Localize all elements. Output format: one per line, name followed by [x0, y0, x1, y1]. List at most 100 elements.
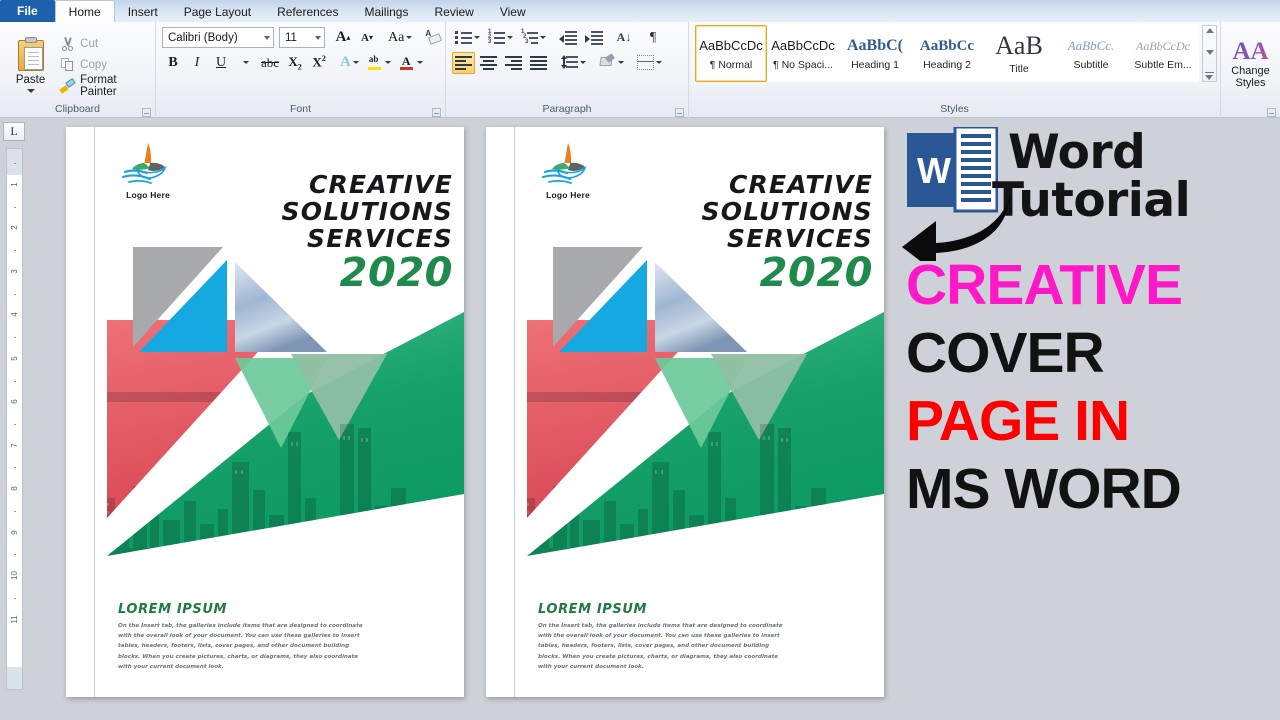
bullets-button[interactable] — [452, 27, 483, 49]
ruler-tick — [14, 380, 16, 382]
paste-button[interactable]: Paste — [6, 35, 55, 93]
align-center-button[interactable] — [477, 52, 500, 74]
justify-icon — [530, 55, 547, 70]
paragraph-dialog-launcher[interactable] — [675, 108, 684, 117]
ruler-number: 3 — [10, 269, 19, 274]
lorem-body: On the Insert tab, the galleries include… — [118, 622, 363, 670]
styles-dialog-launcher[interactable] — [1267, 108, 1276, 117]
tab-page-layout[interactable]: Page Layout — [171, 1, 264, 22]
ruler-number: 2 — [10, 225, 19, 231]
tab-home[interactable]: Home — [54, 0, 115, 22]
clear-formatting-button[interactable]: A — [422, 27, 447, 49]
tab-home-label: Home — [68, 4, 101, 19]
grow-font-button[interactable]: A ▴ — [332, 27, 354, 49]
styles-gallery-scrollbar[interactable] — [1202, 25, 1217, 82]
style-heading-1[interactable]: AaBbC( Heading 1 — [839, 25, 911, 82]
styles-group-title: Styles — [940, 103, 969, 115]
document-page-2[interactable]: Logo Here CREATIVE SOLUTIONS SERVICES 20… — [486, 127, 884, 697]
line-spacing-button[interactable] — [557, 52, 589, 74]
text-effects-button[interactable]: A — [337, 52, 362, 74]
tab-mailings[interactable]: Mailings — [351, 1, 421, 22]
shading-button[interactable] — [596, 52, 627, 74]
overlay-heading-word: Word — [1008, 125, 1146, 180]
underline-dropdown[interactable] — [234, 52, 256, 74]
sort-button[interactable]: A↓ — [613, 27, 635, 49]
scroll-up-icon[interactable] — [1205, 28, 1214, 33]
tab-view[interactable]: View — [487, 1, 539, 22]
strikethrough-button[interactable]: abc — [258, 52, 282, 74]
align-right-button[interactable] — [502, 52, 525, 74]
styles-gallery: AaBbCcDc ¶ Normal AaBbCcDc ¶ No Spaci...… — [695, 25, 1217, 82]
tab-stop-glyph: L — [10, 124, 18, 138]
overlay-line-cover: COVER — [906, 321, 1105, 385]
justify-button[interactable] — [527, 52, 550, 74]
overlay-heading-tutorial: Tutorial — [992, 173, 1191, 228]
more-styles-icon[interactable] — [1205, 72, 1214, 80]
shading-icon — [599, 52, 616, 71]
style-normal[interactable]: AaBbCcDc ¶ Normal — [695, 25, 767, 82]
shrink-font-button[interactable]: A ▾ — [356, 27, 378, 49]
align-left-button[interactable] — [452, 51, 475, 74]
style-heading-2[interactable]: AaBbCc Heading 2 — [911, 25, 983, 82]
style-subtitle[interactable]: AaBbCc. Subtitle — [1055, 25, 1127, 82]
format-painter-button[interactable]: Format Painter — [57, 73, 150, 98]
vertical-ruler[interactable]: 1 2 3 4 5 6 7 8 9 10 11 — [6, 148, 23, 690]
tab-references[interactable]: References — [264, 1, 351, 22]
font-color-button[interactable]: A — [396, 52, 426, 74]
chevron-down-icon — [315, 35, 321, 40]
tab-insert-label: Insert — [127, 4, 158, 19]
font-size-combo[interactable]: 11 — [279, 27, 325, 48]
tab-references-label: References — [277, 4, 339, 19]
sailboat-logo-icon — [541, 143, 587, 184]
scroll-down-icon[interactable] — [1205, 50, 1214, 55]
sailboat-logo-icon — [121, 143, 167, 184]
tab-insert[interactable]: Insert — [115, 1, 171, 22]
italic-button[interactable]: I — [186, 52, 208, 74]
numbering-button[interactable]: 1 2 3 — [485, 27, 516, 49]
chevron-down-icon[interactable] — [26, 88, 35, 93]
style-subtle-emphasis[interactable]: AaBbCcDc Subtle Em... — [1127, 25, 1199, 82]
ribbon-group-change-styles: AA Change Styles — [1220, 22, 1280, 118]
ribbon-group-font: Calibri (Body) 11 A ▴ A ▾ Aa A B I U abc… — [155, 22, 445, 118]
lorem-heading: LOREM IPSUM — [538, 601, 648, 617]
increase-indent-button[interactable] — [582, 27, 606, 49]
ruler-tick — [14, 163, 16, 165]
borders-button[interactable] — [634, 52, 665, 74]
show-formatting-marks-button[interactable]: ¶ — [642, 27, 664, 49]
document-page-1[interactable]: Logo Here CREATIVE SOLUTIONS SERVICES 20… — [66, 127, 464, 697]
scissors-icon — [60, 36, 75, 51]
ruler-number: 5 — [10, 356, 19, 361]
tab-stop-selector[interactable]: L — [3, 122, 25, 141]
ribbon: Paste Cut Copy Format Painter Clipboard … — [0, 22, 1280, 118]
text-highlight-button[interactable]: ab — [364, 52, 394, 74]
style-title[interactable]: AaB Title — [983, 25, 1055, 82]
tab-file[interactable]: File — [0, 0, 55, 22]
ruler-number: 9 — [10, 529, 19, 535]
change-styles-icon: AA — [1232, 38, 1269, 65]
clipboard-dialog-launcher[interactable] — [142, 108, 151, 117]
ruler-tick — [14, 597, 16, 599]
tab-page-layout-label: Page Layout — [183, 4, 252, 19]
decrease-indent-button[interactable] — [556, 27, 580, 49]
format-painter-label: Format Painter — [80, 73, 117, 98]
svg-text:W: W — [917, 150, 951, 191]
change-styles-button[interactable]: AA Change Styles — [1221, 22, 1280, 103]
cut-button[interactable]: Cut — [57, 35, 150, 53]
bold-button[interactable]: B — [162, 52, 184, 74]
underline-button[interactable]: U — [210, 52, 232, 74]
superscript-button[interactable]: X2 — [308, 52, 330, 74]
style-no-spacing[interactable]: AaBbCcDc ¶ No Spaci... — [767, 25, 839, 82]
multilevel-list-button[interactable]: 1 2 3 — [518, 27, 549, 49]
copy-button[interactable]: Copy — [57, 56, 150, 74]
tab-review[interactable]: Review — [421, 1, 486, 22]
overlay-line-ms-word: MS WORD — [906, 457, 1182, 521]
cover-lorem-block-1: LOREM IPSUM On the Insert tab, the galle… — [118, 602, 368, 672]
font-name-combo[interactable]: Calibri (Body) — [162, 27, 274, 48]
ruler-bottom-margin[interactable] — [7, 667, 22, 689]
font-dialog-launcher[interactable] — [432, 108, 441, 117]
change-case-button[interactable]: Aa — [385, 27, 415, 49]
ruler-top-margin[interactable] — [7, 149, 22, 175]
subscript-button[interactable]: X2 — [284, 52, 306, 74]
line-spacing-icon — [560, 55, 578, 70]
font-color-icon: A — [399, 54, 415, 71]
